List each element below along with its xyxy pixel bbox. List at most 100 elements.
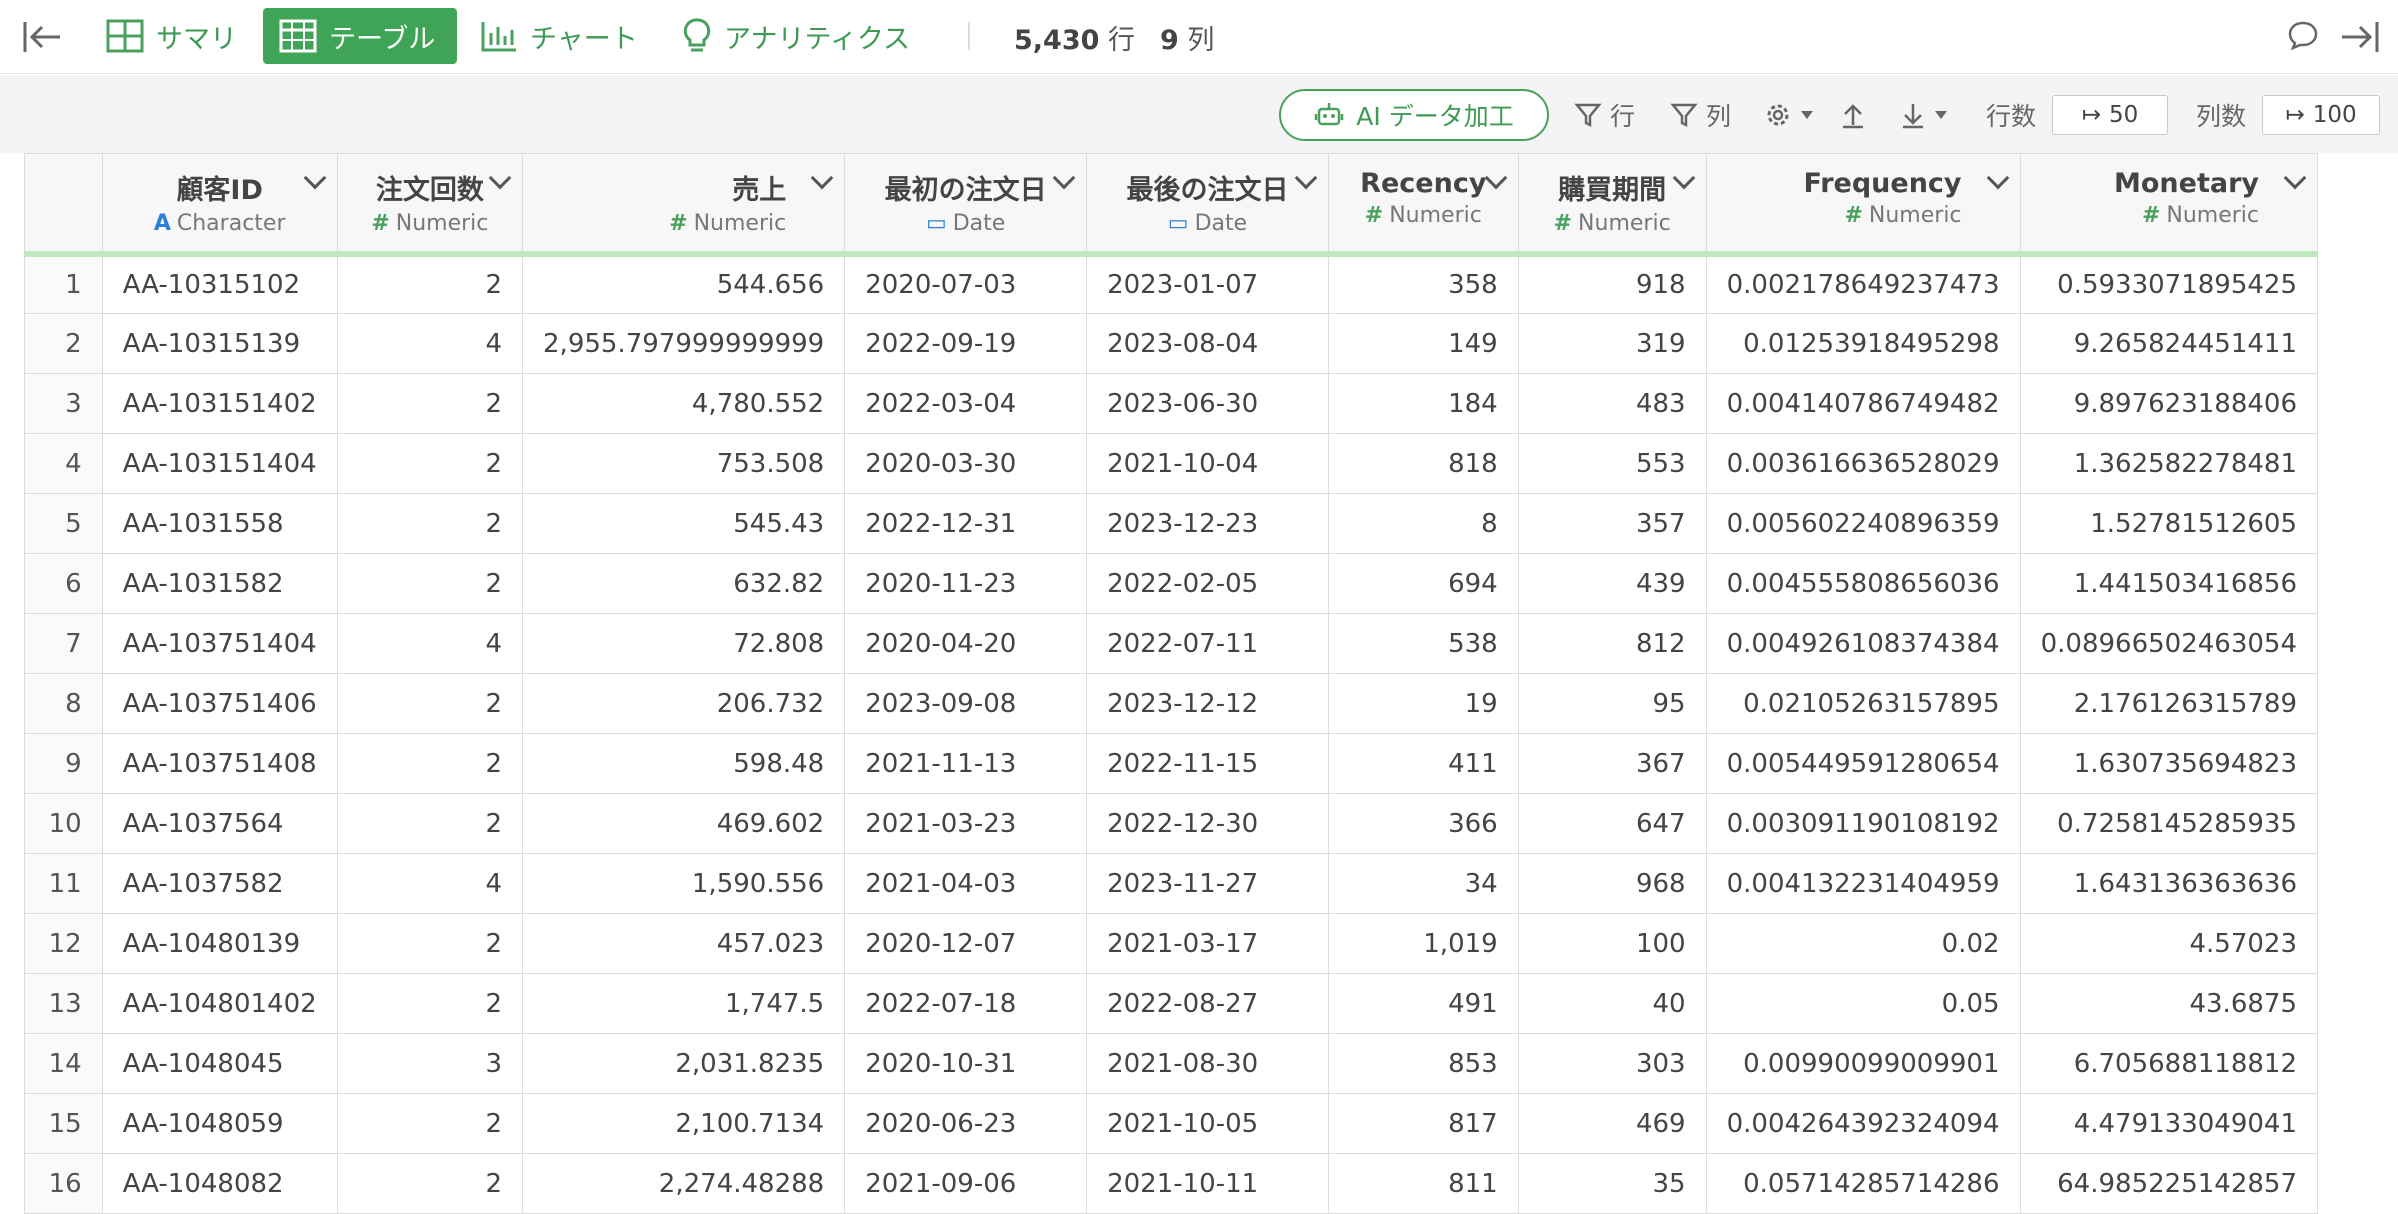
table-cell[interactable]: 0.004264392324094	[1705, 1093, 2021, 1154]
table-cell[interactable]: 1.362582278481	[2019, 433, 2319, 494]
column-header-recency[interactable]: Recency # Numeric	[1327, 153, 1519, 257]
table-cell[interactable]: AA-1037582	[101, 853, 338, 914]
table-cell[interactable]: AA-103151402	[101, 373, 338, 434]
table-cell[interactable]: 0.004140786749482	[1705, 373, 2021, 434]
table-cell[interactable]: 2	[336, 373, 524, 434]
ai-data-processing-button[interactable]: AI データ加工	[1279, 89, 1549, 141]
tab-analytics[interactable]: アナリティクス	[682, 8, 942, 64]
column-header-sales[interactable]: 売上 # Numeric	[522, 153, 846, 257]
table-row[interactable]: 5 AA-1031558 2 545.43 2022-12-31 2023-12-23 8 3…	[24, 493, 2319, 554]
table-cell[interactable]: 149	[1327, 313, 1519, 374]
table-row[interactable]: 1 AA-10315102 2 544.656 2020-07-03 2023-01-07…	[24, 253, 2319, 314]
table-cell[interactable]: 1,747.5	[522, 973, 846, 1034]
table-cell[interactable]: 853	[1327, 1033, 1519, 1094]
table-cell[interactable]: 2021-04-03	[844, 853, 1088, 914]
table-cell[interactable]: 2022-07-11	[1086, 613, 1329, 674]
tab-summary[interactable]: サマリ	[104, 8, 244, 64]
table-cell[interactable]: 19	[1327, 673, 1519, 734]
table-cell[interactable]: 95	[1517, 673, 1707, 734]
table-cell[interactable]: 2020-06-23	[844, 1093, 1088, 1154]
table-cell[interactable]: 753.508	[522, 433, 846, 494]
tab-chart[interactable]: チャート	[480, 8, 650, 64]
table-cell[interactable]: 2023-08-04	[1086, 313, 1329, 374]
table-cell[interactable]: AA-1037564	[101, 793, 338, 854]
tab-table[interactable]: テーブル	[263, 8, 457, 64]
upload-button[interactable]	[1840, 97, 1874, 133]
collapse-sidebar-icon[interactable]	[22, 18, 62, 56]
table-cell[interactable]: 0.05	[1705, 973, 2021, 1034]
table-cell[interactable]: 469.602	[522, 793, 846, 854]
table-row[interactable]: 13 AA-104801402 2 1,747.5 2022-07-18 2022-08-…	[24, 973, 2319, 1034]
table-cell[interactable]: 2023-01-07	[1086, 253, 1329, 314]
table-cell[interactable]: 2.176126315789	[2019, 673, 2319, 734]
table-cell[interactable]: 366	[1327, 793, 1519, 854]
table-row[interactable]: 8 AA-103751406 2 206.732 2023-09-08 2023-12-1…	[24, 673, 2319, 734]
table-cell[interactable]: 2021-10-04	[1086, 433, 1329, 494]
table-cell[interactable]: 0.01253918495298	[1705, 313, 2021, 374]
table-row[interactable]: 7 AA-103751404 4 72.808 2020-04-20 2022-07-11…	[24, 613, 2319, 674]
table-row[interactable]: 12 AA-10480139 2 457.023 2020-12-07 2021-03-1…	[24, 913, 2319, 974]
table-cell[interactable]: 439	[1517, 553, 1707, 614]
table-cell[interactable]: 538	[1327, 613, 1519, 674]
table-cell[interactable]: 0.02105263157895	[1705, 673, 2021, 734]
table-cell[interactable]: 8	[1327, 493, 1519, 554]
table-cell[interactable]: 0.7258145285935	[2019, 793, 2319, 854]
table-cell[interactable]: 0.00990099009901	[1705, 1033, 2021, 1094]
table-cell[interactable]: 2	[336, 913, 524, 974]
table-cell[interactable]: 2	[336, 433, 524, 494]
table-cell[interactable]: 2022-09-19	[844, 313, 1088, 374]
table-cell[interactable]: 358	[1327, 253, 1519, 314]
table-cell[interactable]: AA-10480139	[101, 913, 338, 974]
table-row[interactable]: 16 AA-1048082 2 2,274.48288 2021-09-06 2021-1…	[24, 1153, 2319, 1214]
table-cell[interactable]: 818	[1327, 433, 1519, 494]
column-filter-button[interactable]: 列	[1670, 97, 1731, 133]
table-cell[interactable]: 2021-10-11	[1086, 1153, 1329, 1214]
table-cell[interactable]: 811	[1327, 1153, 1519, 1214]
row-filter-button[interactable]: 行	[1574, 97, 1635, 133]
table-cell[interactable]: 817	[1327, 1093, 1519, 1154]
table-cell[interactable]: 2022-11-15	[1086, 733, 1329, 794]
table-cell[interactable]: 0.05714285714286	[1705, 1153, 2021, 1214]
table-cell[interactable]: 4.57023	[2019, 913, 2319, 974]
table-cell[interactable]: 2020-04-20	[844, 613, 1088, 674]
table-cell[interactable]: 9.897623188406	[2019, 373, 2319, 434]
table-cell[interactable]: 2022-12-30	[1086, 793, 1329, 854]
table-cell[interactable]: 2	[336, 673, 524, 734]
table-cell[interactable]: 469	[1517, 1093, 1707, 1154]
table-row[interactable]: 6 AA-1031582 2 632.82 2020-11-23 2022-02-05 69…	[24, 553, 2319, 614]
table-cell[interactable]: 35	[1517, 1153, 1707, 1214]
table-cell[interactable]: 319	[1517, 313, 1707, 374]
table-cell[interactable]: 545.43	[522, 493, 846, 554]
table-row[interactable]: 2 AA-10315139 4 2,955.797999999999 2022-09-1…	[24, 313, 2319, 374]
table-cell[interactable]: 3	[336, 1033, 524, 1094]
table-cell[interactable]: 64.985225142857	[2019, 1153, 2319, 1214]
table-cell[interactable]: AA-103751406	[101, 673, 338, 734]
table-cell[interactable]: 2020-07-03	[844, 253, 1088, 314]
table-row[interactable]: 14 AA-1048045 3 2,031.8235 2020-10-31 2021-08…	[24, 1033, 2319, 1094]
table-cell[interactable]: 632.82	[522, 553, 846, 614]
table-cell[interactable]: 4	[336, 313, 524, 374]
table-cell[interactable]: 43.6875	[2019, 973, 2319, 1034]
table-cell[interactable]: 2	[336, 793, 524, 854]
table-cell[interactable]: 357	[1517, 493, 1707, 554]
table-cell[interactable]: 553	[1517, 433, 1707, 494]
table-cell[interactable]: 9.265824451411	[2019, 313, 2319, 374]
table-cell[interactable]: 2021-10-05	[1086, 1093, 1329, 1154]
table-cell[interactable]: 2	[336, 1153, 524, 1214]
table-cell[interactable]: 2021-03-23	[844, 793, 1088, 854]
table-cell[interactable]: 483	[1517, 373, 1707, 434]
table-cell[interactable]: 1.630735694823	[2019, 733, 2319, 794]
table-cell[interactable]: 4.479133049041	[2019, 1093, 2319, 1154]
table-cell[interactable]: AA-1031582	[101, 553, 338, 614]
table-cell[interactable]: 2021-08-30	[1086, 1033, 1329, 1094]
table-cell[interactable]: 2,100.7134	[522, 1093, 846, 1154]
table-cell[interactable]: 918	[1517, 253, 1707, 314]
table-cell[interactable]: 2020-12-07	[844, 913, 1088, 974]
table-cell[interactable]: AA-10315102	[101, 253, 338, 314]
column-header-order-count[interactable]: 注文回数 # Numeric	[336, 153, 524, 257]
table-cell[interactable]: AA-103151404	[101, 433, 338, 494]
table-cell[interactable]: 2023-11-27	[1086, 853, 1329, 914]
table-cell[interactable]: 968	[1517, 853, 1707, 914]
table-cell[interactable]: 2,274.48288	[522, 1153, 846, 1214]
download-dropdown[interactable]	[1900, 97, 1956, 133]
